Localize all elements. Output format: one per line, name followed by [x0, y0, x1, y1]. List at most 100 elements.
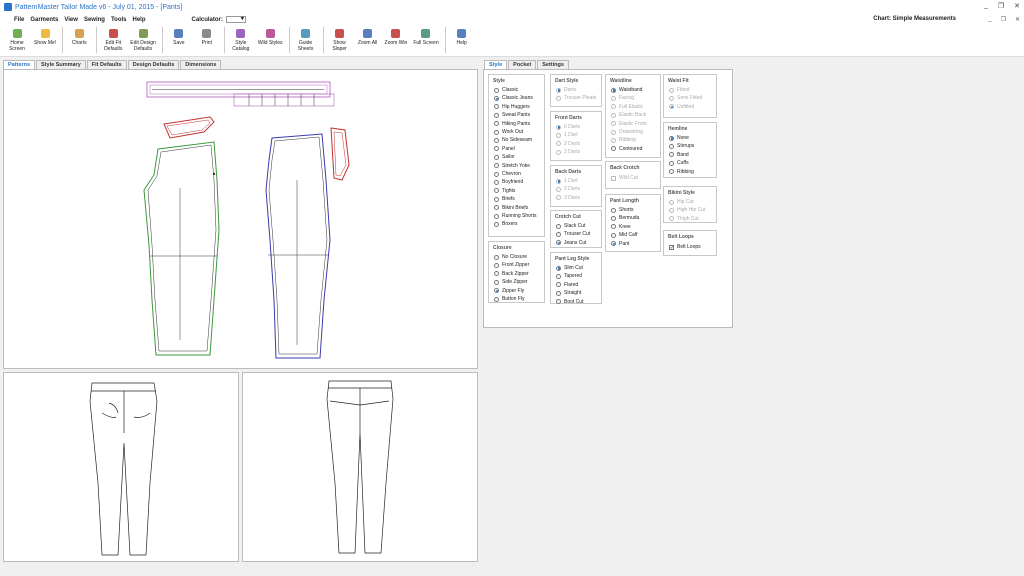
menu-view[interactable]: View — [64, 17, 78, 23]
hemline-option-none[interactable]: None — [669, 135, 689, 141]
style-option-work-out[interactable]: Work Out — [494, 129, 523, 135]
waistline-option-contoured[interactable]: Contoured — [611, 146, 642, 152]
restore-button[interactable]: ❐ — [998, 2, 1004, 10]
full-screen-button[interactable]: Full Screen — [413, 25, 439, 46]
radio-button[interactable] — [494, 95, 499, 101]
pant-length-option-mid-calf[interactable]: Mid Calf — [611, 232, 637, 238]
charts-button[interactable]: Charts — [68, 25, 90, 46]
style-option-boyfriend[interactable]: Boyfriend — [494, 179, 523, 185]
style-option-briefs[interactable]: Briefs — [494, 196, 515, 202]
save-button[interactable]: Save — [168, 25, 190, 46]
pant-length-option-bermuda[interactable]: Bermuda — [611, 215, 639, 221]
menu-help[interactable]: Help — [133, 17, 146, 23]
radio-button[interactable] — [494, 179, 499, 185]
edit-fit-button[interactable]: Edit Fit Defaults — [102, 25, 124, 52]
radio-button[interactable] — [669, 143, 674, 149]
radio-button[interactable] — [494, 288, 499, 294]
calculator-dropdown[interactable] — [225, 15, 246, 23]
style-option-bikini-briefs[interactable]: Bikini Briefs — [494, 205, 528, 211]
radio-button[interactable] — [669, 160, 674, 166]
radio-button[interactable] — [494, 221, 499, 227]
radio-button[interactable] — [611, 241, 616, 247]
radio-button[interactable] — [556, 223, 561, 229]
belt-loops-checkbox[interactable]: ✓ — [669, 244, 674, 250]
radio-button[interactable] — [494, 137, 499, 143]
radio-button[interactable] — [611, 215, 616, 221]
pant-leg-style-option-boot-cut[interactable]: Boot Cut — [556, 299, 583, 305]
radio-button[interactable] — [494, 121, 499, 127]
style-option-hip-huggers[interactable]: Hip Huggers — [494, 104, 530, 110]
closure-option-front-zipper[interactable]: Front Zipper — [494, 262, 529, 268]
radio-button[interactable] — [611, 224, 616, 230]
tab-design-defaults[interactable]: Design Defaults — [127, 60, 180, 69]
crotch-cut-option-trouser-cut[interactable]: Trouser Cut — [556, 231, 590, 237]
child-restore-button[interactable]: ❐ — [1001, 16, 1006, 23]
guide-sheets-button[interactable]: Guide Sheets — [295, 25, 317, 52]
style-option-stretch-yoke[interactable]: Stretch Yoke — [494, 163, 530, 169]
style-option-classic[interactable]: Classic — [494, 87, 518, 93]
radio-button[interactable] — [669, 169, 674, 175]
radio-button[interactable] — [494, 154, 499, 160]
radio-button[interactable] — [494, 129, 499, 135]
radio-button[interactable] — [556, 265, 561, 271]
style-option-hiking-pants[interactable]: Hiking Pants — [494, 121, 530, 127]
pant-leg-style-option-flared[interactable]: Flared — [556, 282, 578, 288]
tab-style[interactable]: Style — [484, 60, 508, 69]
style-option-tights[interactable]: Tights — [494, 188, 515, 194]
zoom-all-button[interactable]: Zoom All — [357, 25, 379, 46]
closure-option-back-zipper[interactable]: Back Zipper — [494, 271, 529, 277]
radio-button[interactable] — [494, 254, 499, 260]
radio-button[interactable] — [611, 232, 616, 238]
tab-settings[interactable]: Settings — [537, 60, 569, 69]
radio-button[interactable] — [494, 196, 499, 202]
tab-pocket[interactable]: Pocket — [508, 60, 537, 69]
show-sloper-button[interactable]: Show Sloper — [329, 25, 351, 52]
home-button[interactable]: Home Screen — [6, 25, 28, 52]
radio-button[interactable] — [556, 231, 561, 237]
menu-file[interactable]: File — [14, 17, 24, 23]
radio-button[interactable] — [494, 188, 499, 194]
style-option-classic-jeans[interactable]: Classic Jeans — [494, 95, 533, 101]
radio-button[interactable] — [611, 207, 616, 213]
menu-tools[interactable]: Tools — [111, 17, 127, 23]
zoom-win-button[interactable]: Zoom Win — [385, 25, 407, 46]
pant-leg-style-option-straight[interactable]: Straight — [556, 290, 581, 296]
menu-garments[interactable]: Garments — [30, 17, 58, 23]
radio-button[interactable] — [494, 104, 499, 110]
radio-button[interactable] — [611, 146, 616, 152]
help-button[interactable]: Help — [451, 25, 473, 46]
menu-sewing[interactable]: Sewing — [84, 17, 105, 23]
radio-button[interactable] — [556, 299, 561, 305]
pant-length-option-pant[interactable]: Pant — [611, 241, 629, 247]
wild-styles-button[interactable]: Wild Styles — [258, 25, 283, 46]
child-close-button[interactable]: ✕ — [1015, 16, 1020, 23]
radio-button[interactable] — [494, 271, 499, 277]
crotch-cut-option-slack-cut[interactable]: Slack Cut — [556, 223, 585, 229]
print-button[interactable]: Print — [196, 25, 218, 46]
closure-option-no-closure[interactable]: No Closure — [494, 254, 527, 260]
hemline-option-ribbing[interactable]: Ribbing — [669, 169, 694, 175]
style-option-boxers[interactable]: Boxers — [494, 221, 518, 227]
edit-design-button[interactable]: Edit Design Defaults — [130, 25, 156, 52]
closure-option-side-zipper[interactable]: Side Zipper — [494, 279, 528, 285]
crotch-cut-option-jeans-cut[interactable]: Jeans Cut — [556, 240, 587, 246]
tab-patterns[interactable]: Patterns — [3, 60, 36, 69]
closure-option-button-fly[interactable]: Button Fly — [494, 296, 525, 302]
belt-loops-checkbox-row[interactable]: ✓ Belt Loops — [669, 244, 701, 250]
radio-button[interactable] — [494, 205, 499, 211]
radio-button[interactable] — [494, 279, 499, 285]
pattern-canvas[interactable] — [3, 69, 478, 369]
pant-length-option-knee[interactable]: Knee — [611, 224, 631, 230]
radio-button[interactable] — [494, 112, 499, 118]
radio-button[interactable] — [556, 273, 561, 279]
radio-button[interactable] — [611, 87, 616, 93]
tab-fit-defaults[interactable]: Fit Defaults — [86, 60, 127, 69]
hemline-option-band[interactable]: Band — [669, 152, 689, 158]
radio-button[interactable] — [669, 135, 674, 141]
radio-button[interactable] — [556, 290, 561, 296]
pant-leg-style-option-slim-cut[interactable]: Slim Cut — [556, 265, 583, 271]
style-option-no-sideseam[interactable]: No Sideseam — [494, 137, 532, 143]
radio-button[interactable] — [556, 240, 561, 246]
radio-button[interactable] — [494, 87, 499, 93]
radio-button[interactable] — [494, 262, 499, 268]
